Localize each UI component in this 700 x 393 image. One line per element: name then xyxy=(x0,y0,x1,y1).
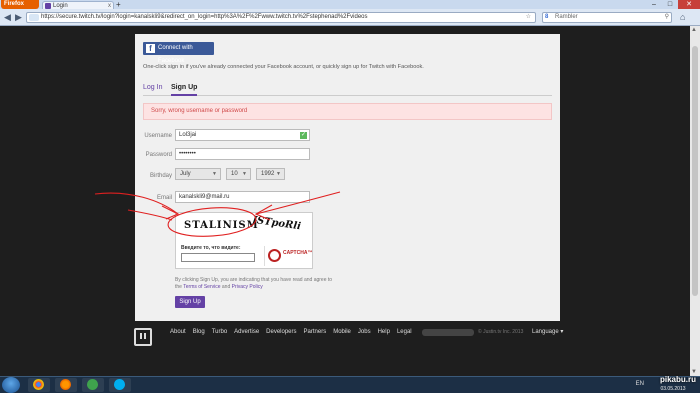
firefox-menu-button[interactable]: Firefox xyxy=(1,0,39,9)
facebook-icon: f xyxy=(146,44,155,53)
start-button[interactable] xyxy=(2,377,20,393)
bookmark-star-icon[interactable]: ☆ xyxy=(526,13,531,22)
birthday-day-select[interactable]: 10 ▼ xyxy=(226,168,251,180)
footer-link-legal[interactable]: Legal xyxy=(397,329,412,335)
search-placeholder: Rambler xyxy=(555,14,578,20)
maximize-button[interactable]: □ xyxy=(662,0,678,9)
search-icon[interactable]: ⚲ xyxy=(665,13,669,22)
sign-up-button[interactable]: Sign Up xyxy=(175,296,205,308)
username-label: Username xyxy=(144,133,172,139)
chevron-down-icon: ▼ xyxy=(242,171,247,177)
twitch-logo-icon[interactable] xyxy=(134,328,152,346)
minimize-button[interactable]: – xyxy=(646,0,662,9)
window-controls: – □ ✕ xyxy=(646,0,700,9)
tray-language[interactable]: EN xyxy=(636,381,644,387)
navigation-bar: ◀ ▶ https://secure.twitch.tv/login?login… xyxy=(0,9,700,26)
birthday-day-value: 10 xyxy=(231,171,238,177)
username-field[interactable]: Lol3jai ✓ xyxy=(175,129,310,141)
birthday-year-value: 1992 xyxy=(261,171,275,177)
watermark: pikabu.ru xyxy=(659,375,696,384)
recaptcha-logo: CAPTCHA™ xyxy=(264,246,313,266)
email-label: Email xyxy=(156,195,172,201)
password-label: Password xyxy=(145,152,172,158)
username-value: Lol3jai xyxy=(179,132,197,138)
footer-link-help[interactable]: Help xyxy=(378,329,390,335)
captcha-word-2: JSTpoRli xyxy=(251,214,302,233)
forward-arrow-icon[interactable]: ▶ xyxy=(15,12,22,22)
recaptcha-brand: CAPTCHA™ xyxy=(283,250,313,256)
windows-taskbar: EN 03.05.2013 xyxy=(0,376,700,393)
captcha-box: STALINISM JSTpoRli Введите то, что видит… xyxy=(175,212,313,269)
auth-tabs: Log In Sign Up xyxy=(143,82,552,96)
home-icon[interactable]: ⌂ xyxy=(680,12,685,22)
footer-links: About Blog Turbo Advertise Developers Pa… xyxy=(170,329,412,335)
taskbar-chrome[interactable] xyxy=(28,378,50,392)
connect-facebook-button[interactable]: f Connect with Facebook xyxy=(143,42,214,64)
justin-tv-logo xyxy=(422,329,474,336)
terms-notice: By clicking Sign Up, you are indicating … xyxy=(175,277,335,291)
firefox-icon xyxy=(60,379,71,390)
captcha-word-1: STALINISM xyxy=(184,217,258,234)
taskbar-utorrent[interactable] xyxy=(82,378,104,392)
footer-link-developers[interactable]: Developers xyxy=(266,329,296,335)
captcha-input[interactable] xyxy=(181,253,255,262)
search-bar[interactable]: 8 Rambler ⚲ xyxy=(542,12,672,23)
privacy-policy-link[interactable]: Privacy Policy xyxy=(232,284,263,290)
password-value: •••••••• xyxy=(179,151,196,157)
search-engine-icon[interactable]: 8 xyxy=(545,13,548,22)
footer-link-turbo[interactable]: Turbo xyxy=(212,329,227,335)
footer-link-blog[interactable]: Blog xyxy=(193,329,205,335)
recaptcha-refresh-icon[interactable] xyxy=(268,249,281,262)
url-bar[interactable]: https://secure.twitch.tv/login?login=kan… xyxy=(26,12,536,23)
utorrent-icon xyxy=(87,379,98,390)
birthday-label: Birthday xyxy=(149,173,172,179)
page-scrollbar[interactable]: ▲ ▼ xyxy=(690,26,700,376)
chevron-down-icon: ▼ xyxy=(276,171,281,177)
footer-link-advertise[interactable]: Advertise xyxy=(234,329,259,335)
tab-login-link[interactable]: Log In xyxy=(143,82,162,94)
facebook-hint: One-click sign in if you've already conn… xyxy=(143,64,424,70)
birthday-month-value: July xyxy=(180,171,191,177)
footer-link-mobile[interactable]: Mobile xyxy=(333,329,351,335)
scroll-up-icon[interactable]: ▲ xyxy=(691,27,697,33)
clock-date: 03.05.2013 xyxy=(660,386,686,392)
birthday-year-select[interactable]: 1992 ▼ xyxy=(256,168,285,180)
language-selector[interactable]: Language ▾ xyxy=(532,328,563,335)
url-text: https://secure.twitch.tv/login?login=kan… xyxy=(41,14,368,20)
facebook-button-label: Connect with Facebook xyxy=(158,45,193,64)
footer-link-jobs[interactable]: Jobs xyxy=(358,329,371,335)
email-value: kanalskli9@mail.ru xyxy=(179,194,230,200)
captcha-input-label: Введите то, что видите: xyxy=(181,245,241,251)
tab-signup-link[interactable]: Sign Up xyxy=(171,82,198,96)
birthday-month-select[interactable]: July ▼ xyxy=(175,168,221,180)
email-field[interactable]: kanalskli9@mail.ru xyxy=(175,191,310,203)
signup-card: f Connect with Facebook One-click sign i… xyxy=(135,34,560,321)
checkmark-icon: ✓ xyxy=(300,132,307,139)
taskbar-skype[interactable] xyxy=(109,378,131,392)
chrome-icon xyxy=(33,379,44,390)
close-window-button[interactable]: ✕ xyxy=(678,0,700,9)
back-arrow-icon[interactable]: ◀ xyxy=(4,12,11,22)
chevron-down-icon: ▼ xyxy=(212,171,217,177)
terms-of-service-link[interactable]: Terms of Service xyxy=(183,284,220,290)
terms-and: and xyxy=(221,284,231,290)
new-tab-button[interactable]: + xyxy=(116,1,121,9)
copyright: © Justin.tv Inc. 2013 xyxy=(478,329,524,335)
scrollbar-thumb[interactable] xyxy=(692,46,698,296)
footer-link-partners[interactable]: Partners xyxy=(304,329,327,335)
footer-link-about[interactable]: About xyxy=(170,329,186,335)
error-message: Sorry, wrong username or password xyxy=(143,103,552,120)
password-field[interactable]: •••••••• xyxy=(175,148,310,160)
skype-icon xyxy=(114,379,125,390)
page-viewport: f Connect with Facebook One-click sign i… xyxy=(0,26,690,376)
title-bar: Firefox Login x + – □ ✕ xyxy=(0,0,700,10)
taskbar-firefox[interactable] xyxy=(55,378,77,392)
lock-icon xyxy=(29,14,39,21)
